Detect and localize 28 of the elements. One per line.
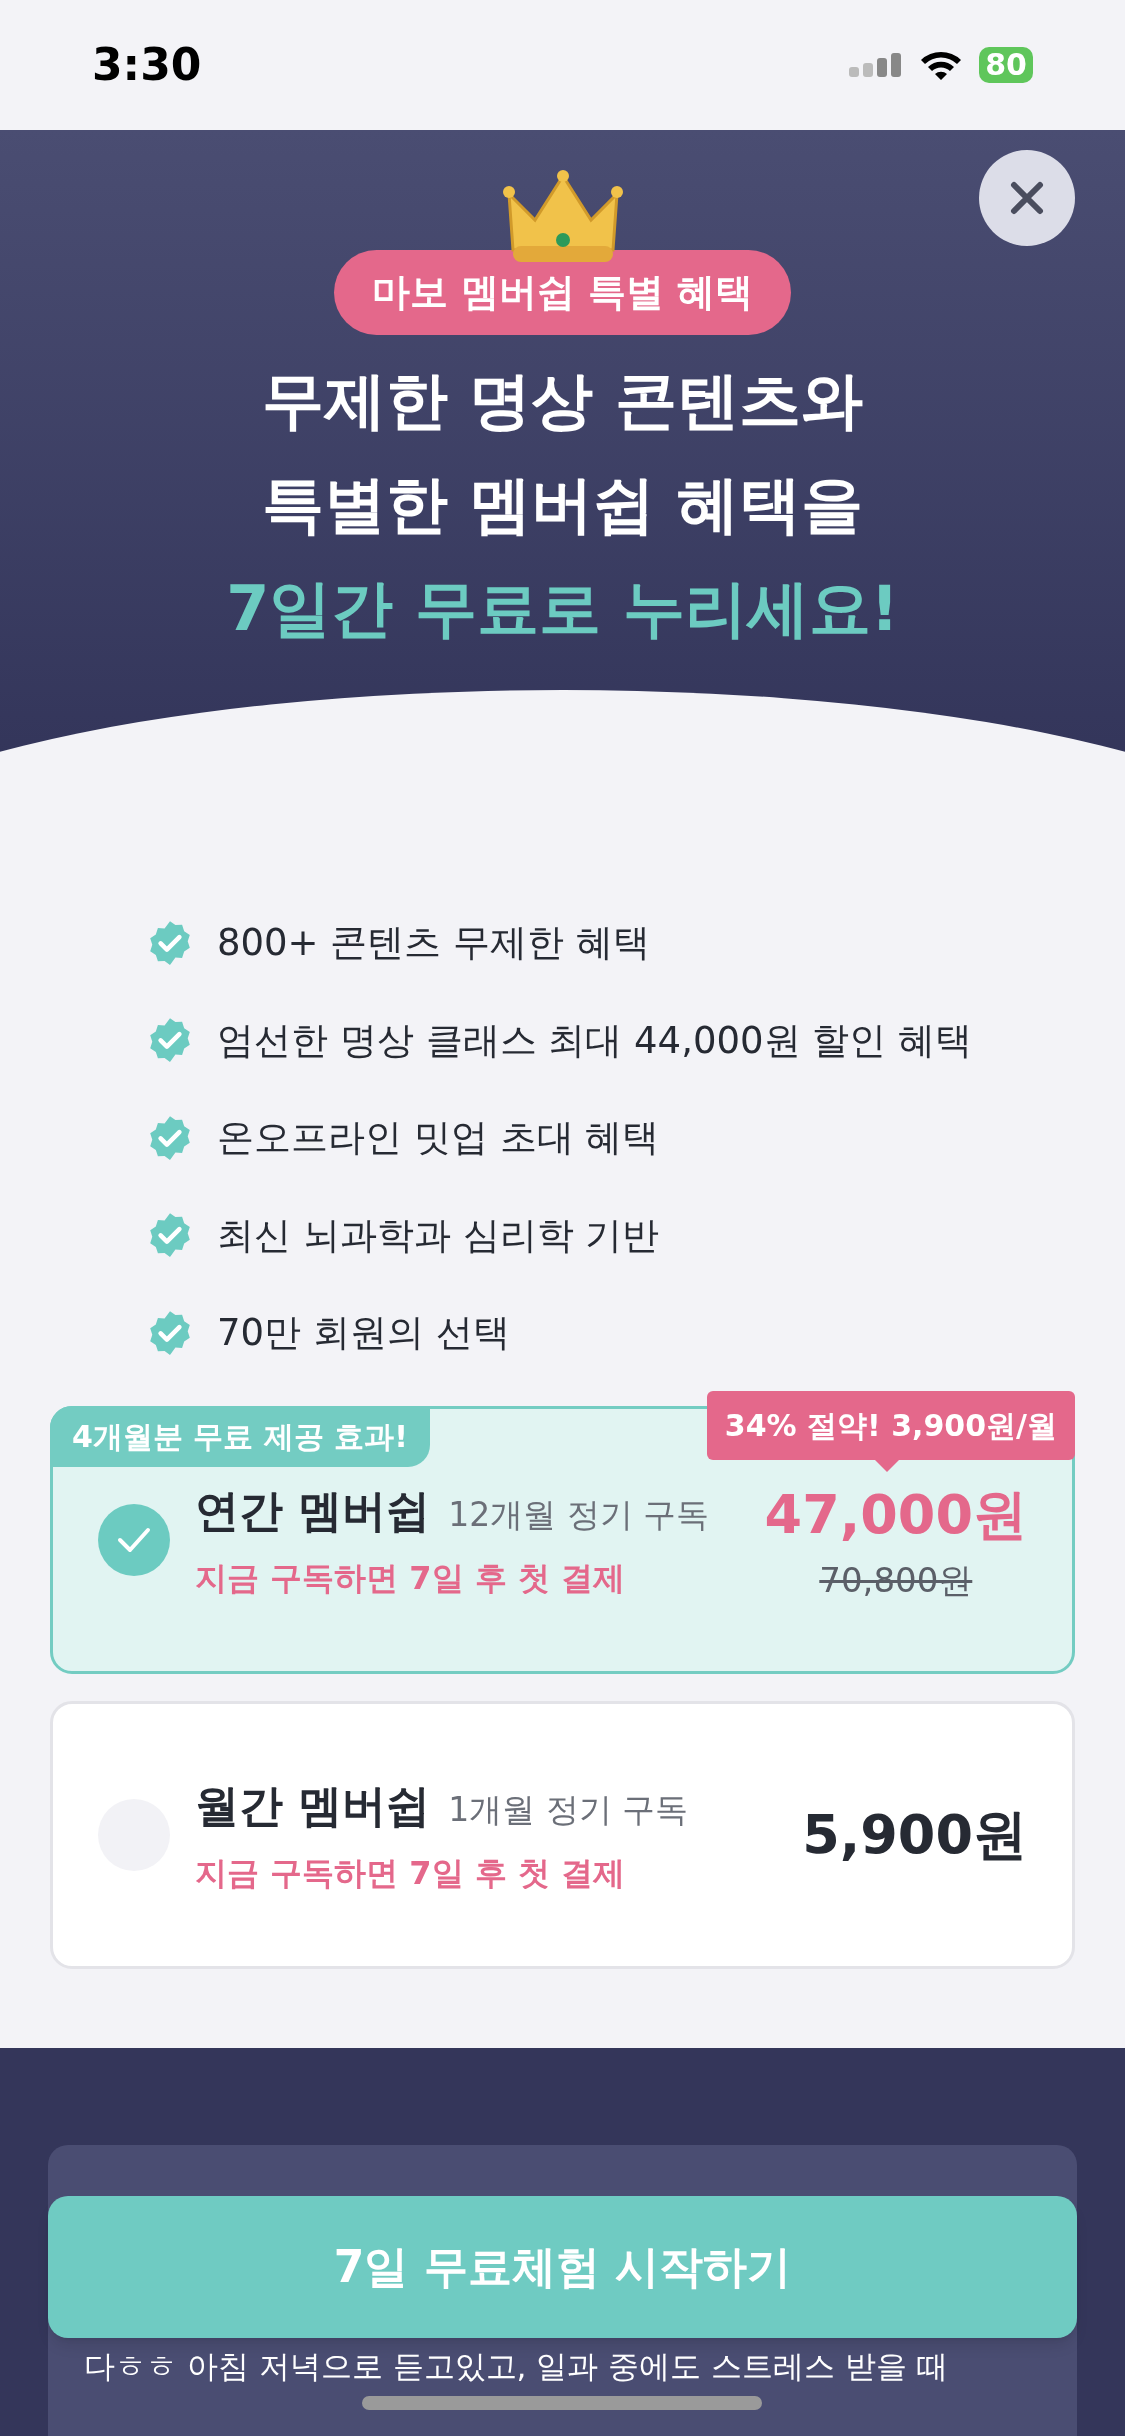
plan-period: 1개월 정기 구독 bbox=[448, 1788, 689, 1831]
membership-badge: 마보 멤버쉽 특별 혜택 bbox=[333, 250, 792, 335]
battery-level: 80 bbox=[985, 50, 1027, 80]
check-icon bbox=[117, 1526, 151, 1553]
review-text: 다ㅎㅎ 아침 저녁으로 듣고있고, 일과 중에도 스트레스 받을 때 bbox=[84, 2347, 949, 2386]
status-time: 3:30 bbox=[92, 38, 202, 92]
plan-price: 47,000원 bbox=[764, 1481, 1027, 1548]
plan-name: 월간 멤버쉽 bbox=[195, 1778, 431, 1833]
headline: 특별한 멤버쉽 혜택을 bbox=[261, 467, 864, 543]
benefit-text: 70만 회원의 선택 bbox=[217, 1310, 510, 1356]
plan-tag: 4개월분 무료 제공 효과! bbox=[50, 1405, 430, 1467]
signal-icon bbox=[849, 53, 904, 77]
plan-note: 지금 구독하면 7일 후 첫 결제 bbox=[195, 1557, 626, 1599]
tooltip-pointer bbox=[874, 1459, 899, 1472]
plan-note: 지금 구독하면 7일 후 첫 결제 bbox=[195, 1852, 626, 1894]
benefit-text: 800+ 콘텐츠 무제한 혜택 bbox=[217, 920, 650, 966]
headline: 무제한 명상 콘텐츠와 bbox=[261, 363, 864, 439]
benefit-text: 엄선한 명상 클래스 최대 44,000원 할인 혜택 bbox=[217, 1017, 973, 1064]
plan-name: 연간 멤버쉽 bbox=[195, 1483, 431, 1538]
benefit-text: 온오프라인 밋업 초대 혜택 bbox=[217, 1115, 660, 1161]
original-price: 70,800원 bbox=[819, 1558, 973, 1602]
headline-highlight: 7일간 무료로 누리세요! bbox=[226, 571, 899, 647]
plan-card[interactable]: 월간 멤버쉽 1개월 정기 구독 지금 구독하면 7일 후 첫 결제 5,900원 bbox=[50, 1700, 1075, 1969]
wifi-icon bbox=[919, 49, 964, 81]
close-icon bbox=[1010, 181, 1044, 215]
plan-price: 5,900원 bbox=[802, 1802, 1027, 1868]
benefit-text: 최신 뇌과학과 심리학 기반 bbox=[217, 1212, 660, 1259]
plan-period: 12개월 정기 구독 bbox=[448, 1493, 710, 1536]
